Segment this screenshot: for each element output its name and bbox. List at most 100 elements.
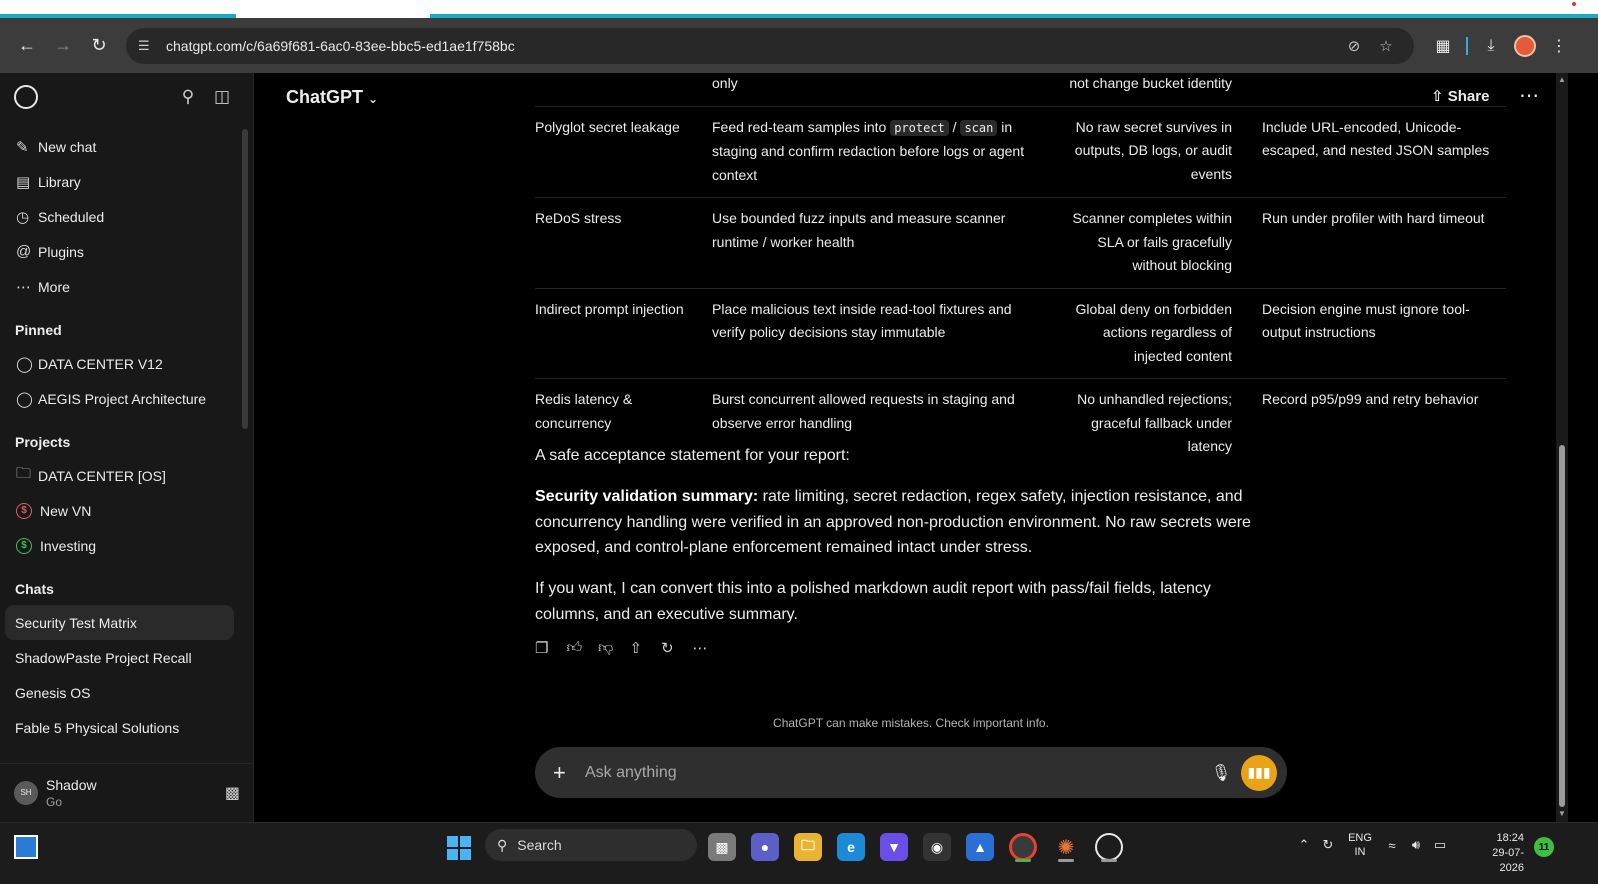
clock[interactable]: 18:24 29-07-2026 xyxy=(1468,831,1524,876)
notification-badge[interactable]: 11 xyxy=(1534,837,1554,857)
more-icon: ⋯ xyxy=(1519,85,1539,107)
star-icon[interactable]: ☆ xyxy=(1370,37,1402,55)
taskbar-search[interactable]: ⚲ Search xyxy=(485,829,697,861)
kebab-icon[interactable]: ⋮ xyxy=(1542,29,1576,63)
eye-off-icon[interactable]: ⊘ xyxy=(1338,37,1370,55)
inline-code: scan xyxy=(960,119,998,136)
more-options-button[interactable]: ⋯ xyxy=(1519,83,1539,108)
conversation-pane: ChatGPT ⌄ ⇧ Share ⋯ only not change buck… xyxy=(255,63,1555,822)
page-scrollbar[interactable]: ▲ ▼ xyxy=(1556,73,1568,822)
chrome-icon[interactable] xyxy=(1009,833,1037,861)
edge-icon[interactable]: e xyxy=(837,833,865,861)
profile-avatar xyxy=(1514,34,1536,57)
claude-icon[interactable]: ✺ xyxy=(1052,833,1080,861)
avatar: SH xyxy=(14,780,38,805)
arrow-left-icon: ← xyxy=(18,35,36,55)
sidebar-toggle-icon[interactable]: ◫ xyxy=(205,87,239,107)
chevron-down-icon: ⌄ xyxy=(368,92,379,106)
task-view-icon[interactable]: ▩ xyxy=(708,833,736,861)
url-text[interactable]: chatgpt.com/c/6a69f681-6ac0-83ee-bbc5-ed… xyxy=(166,38,1338,54)
waveform-icon: ▮▮▮ xyxy=(1247,764,1271,780)
scroll-down-icon[interactable]: ▼ xyxy=(1558,809,1566,818)
gift-icon[interactable]: ▩ xyxy=(225,783,240,803)
table-row: Polyglot secret leakage Feed red-team sa… xyxy=(535,106,1506,198)
vpn-icon[interactable]: ▼ xyxy=(880,833,908,861)
search-icon[interactable]: ⚲ xyxy=(171,87,205,107)
sidebar-item-plugins[interactable]: @ Plugins xyxy=(0,234,254,269)
user-menu[interactable]: SH Shadow Go ▩ xyxy=(0,763,254,821)
plus-icon[interactable]: + xyxy=(553,760,585,786)
chevron-up-icon[interactable]: ⌃ xyxy=(1292,837,1316,853)
app-icon[interactable]: ▲ xyxy=(966,833,994,861)
share-icon[interactable]: ⇧ xyxy=(630,639,662,657)
thumbs-down-icon[interactable]: 👎︎ xyxy=(598,639,630,657)
running-app-indicator xyxy=(1101,859,1117,862)
reload-button[interactable]: ↻ xyxy=(82,29,116,63)
prompt-input[interactable] xyxy=(585,763,1201,782)
pinned-item[interactable]: ◯ DATA CENTER V12 xyxy=(0,346,254,381)
chat-item-active[interactable]: Security Test Matrix xyxy=(5,605,234,640)
sync-icon[interactable]: ↻ xyxy=(1316,837,1340,853)
user-plan: Go xyxy=(46,794,63,809)
more-icon[interactable]: ⋯ xyxy=(693,639,725,657)
sidebar-scrollbar[interactable] xyxy=(242,129,248,429)
library-icon: ▤ xyxy=(16,173,31,191)
openai-logo-icon[interactable] xyxy=(14,85,38,109)
chatgpt-icon[interactable] xyxy=(1095,833,1123,861)
desktop-strip xyxy=(0,0,1598,20)
project-item[interactable]: $ Investing xyxy=(0,528,254,563)
chat-item[interactable]: Fable 5 Physical Solutions xyxy=(0,710,254,745)
sidebar-item-library[interactable]: ▤ Library xyxy=(0,164,254,199)
teams-icon[interactable]: ● xyxy=(751,833,779,861)
forward-button[interactable]: → xyxy=(46,29,80,63)
puzzle-icon[interactable]: ▦ xyxy=(1426,29,1460,63)
sidebar-item-more[interactable]: ⋯ More xyxy=(0,269,254,304)
system-tray: ⌃ ↻ ENG IN ≈ 🔊︎ ▭ xyxy=(1292,831,1452,859)
pinned-item[interactable]: ◯ AEGIS Project Architecture xyxy=(0,381,254,416)
thumbs-up-icon[interactable]: 👍︎ xyxy=(567,639,599,657)
message-actions: ❐ 👍︎ 👎︎ ⇧ ↻ ⋯ xyxy=(535,639,724,657)
chat-bubble-icon: ◯ xyxy=(16,355,33,373)
table-row: ReDoS stress Use bounded fuzz inputs and… xyxy=(535,197,1506,289)
dots-icon: ⋯ xyxy=(16,278,31,296)
windows-start-icon[interactable] xyxy=(447,836,471,860)
project-item[interactable]: $ New VN xyxy=(0,493,254,528)
scroll-up-icon[interactable]: ▲ xyxy=(1558,75,1566,84)
chat-item[interactable]: Genesis OS xyxy=(0,675,254,710)
sidebar-item-scheduled[interactable]: ◷ Scheduled xyxy=(0,199,254,234)
user-name: Shadow xyxy=(46,776,97,793)
microphone-icon[interactable]: 🎙︎ xyxy=(1201,763,1241,783)
dollar-icon: $ xyxy=(16,502,32,519)
search-icon: ⚲ xyxy=(497,836,508,853)
widgets-icon[interactable] xyxy=(14,835,38,859)
reload-icon: ↻ xyxy=(91,35,107,55)
wifi-icon[interactable]: ≈ xyxy=(1380,838,1404,853)
download-icon[interactable]: ⤓ xyxy=(1474,29,1508,63)
voice-mode-button[interactable]: ▮▮▮ xyxy=(1241,754,1277,791)
clock-icon: ◷ xyxy=(16,208,30,226)
table-row: Indirect prompt injection Place maliciou… xyxy=(535,288,1506,379)
record-indicator xyxy=(1572,2,1576,6)
github-icon[interactable]: ◉ xyxy=(923,833,951,861)
profile-button[interactable] xyxy=(1508,29,1542,63)
battery-icon[interactable]: ▭ xyxy=(1428,837,1452,853)
address-bar[interactable]: ☰ chatgpt.com/c/6a69f681-6ac0-83ee-bbc5-… xyxy=(126,27,1414,64)
copy-icon[interactable]: ❐ xyxy=(535,639,567,657)
taskbar: ⚲ Search ▩ ● 🗀 e ▼ ◉ ▲ ✺ ⌃ ↻ ENG IN ≈ 🔊︎ ▭… xyxy=(0,822,1598,884)
scroll-thumb[interactable] xyxy=(1559,445,1565,807)
message-offer: If you want, I can convert this into a p… xyxy=(535,580,1211,623)
disclaimer: ChatGPT can make mistakes. Check importa… xyxy=(773,716,1049,730)
chats-header: Chats xyxy=(15,581,54,597)
chat-item[interactable]: ShadowPaste Project Recall xyxy=(0,640,254,675)
language-indicator[interactable]: ENG IN xyxy=(1340,831,1380,859)
running-app-indicator xyxy=(1058,859,1074,862)
tune-icon[interactable]: ☰ xyxy=(138,38,158,54)
at-icon: @ xyxy=(16,243,32,260)
model-selector[interactable]: ChatGPT ⌄ xyxy=(286,87,378,108)
project-item[interactable]: 🗀 DATA CENTER [OS] xyxy=(0,458,254,493)
regenerate-icon[interactable]: ↻ xyxy=(661,639,693,657)
back-button[interactable]: ← xyxy=(10,29,44,63)
file-explorer-icon[interactable]: 🗀 xyxy=(794,833,822,861)
sidebar-item-new-chat[interactable]: ✎ New chat xyxy=(0,129,254,164)
volume-icon[interactable]: 🔊︎ xyxy=(1404,837,1428,853)
